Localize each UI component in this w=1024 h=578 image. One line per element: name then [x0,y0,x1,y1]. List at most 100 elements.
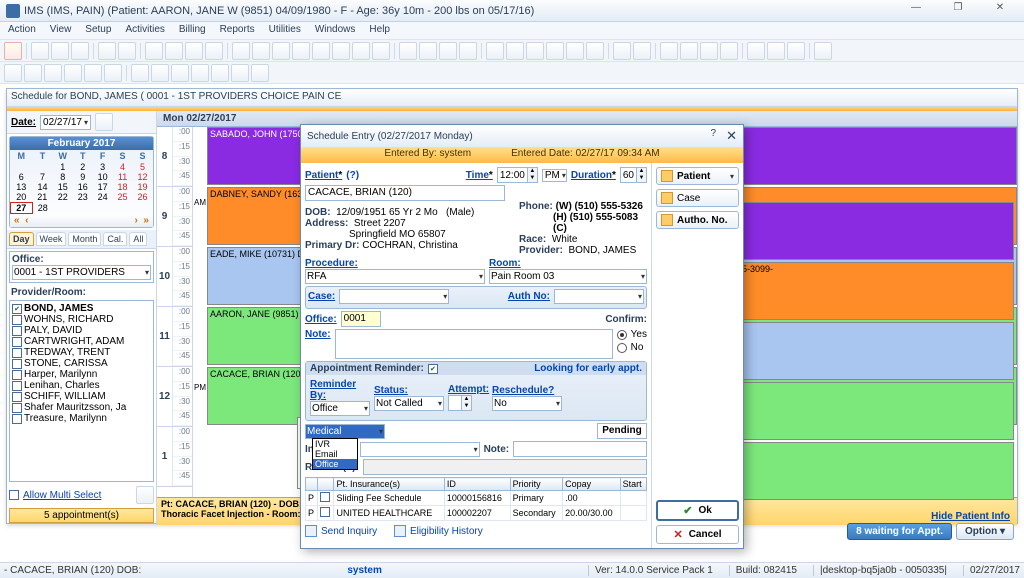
tb-icon[interactable] [506,42,524,60]
tb-icon[interactable] [332,42,350,60]
menu-activities[interactable]: Activities [125,24,164,37]
send-inquiry-link[interactable]: Send Inquiry [305,525,377,537]
tb-icon[interactable] [191,64,209,82]
tb-icon[interactable] [98,42,116,60]
tb-icon[interactable] [205,42,223,60]
tb-icon[interactable] [787,42,805,60]
table-row[interactable]: PUNITED HEALTHCARE100002207Secondary20.0… [306,506,647,521]
refdr-input[interactable] [363,459,647,475]
tb-icon[interactable] [145,42,163,60]
appt-overflow[interactable] [722,202,1014,260]
option-button[interactable]: Option ▾ [956,523,1014,540]
allow-multi-select[interactable]: Allow Multi Select [7,484,156,506]
tb-icon[interactable] [252,42,270,60]
date-input[interactable]: 02/27/17 [40,115,91,130]
reminder-by-select[interactable]: Office [310,401,370,416]
patient-input[interactable]: CACACE, BRIAN (120) [305,185,505,201]
menu-action[interactable]: Action [8,24,36,37]
dropdown-option[interactable]: Office [313,459,357,469]
menu-billing[interactable]: Billing [179,24,206,37]
tb-icon[interactable] [613,42,631,60]
tb-icon[interactable] [526,42,544,60]
cal-nav[interactable]: « ‹› » [10,214,153,227]
time-input[interactable]: 12:00▲▼ [497,167,538,183]
tb-icon[interactable] [44,64,62,82]
ampm-input[interactable]: PM [542,169,567,182]
tb-icon[interactable] [51,42,69,60]
case-select[interactable] [339,289,449,304]
appt-overflow[interactable] [722,322,1014,380]
tb-icon[interactable] [566,42,584,60]
tb-icon[interactable] [31,42,49,60]
tb-icon[interactable] [71,42,89,60]
tb-icon[interactable] [118,42,136,60]
tb-icon[interactable] [419,42,437,60]
tb-icon[interactable] [399,42,417,60]
patient-label[interactable]: Patient [305,170,342,181]
menu-view[interactable]: View [50,24,72,37]
tab-cal[interactable]: Cal. [103,232,127,246]
tb-icon[interactable] [171,64,189,82]
cancel-button[interactable]: ✕Cancel [656,525,739,544]
office-input[interactable]: 0001 [341,311,381,327]
table-row[interactable]: PSliding Fee Schedule10000156816Primary.… [306,491,647,506]
tb-icon[interactable] [151,64,169,82]
tb-icon[interactable] [131,64,149,82]
tb-icon[interactable] [251,64,269,82]
tb-icon[interactable] [272,42,290,60]
refsource-select[interactable]: Medical [305,424,385,439]
appt-overflow[interactable] [722,382,1014,440]
menu-windows[interactable]: Windows [315,24,356,37]
appt-overflow[interactable]: 0-555-3099- [722,262,1014,320]
tb-icon[interactable] [680,42,698,60]
dropdown-option[interactable]: IVR [313,439,357,449]
tab-week[interactable]: Week [36,232,67,246]
tab-all[interactable]: All [129,232,147,246]
patient-button[interactable]: Patient [656,167,739,185]
dropdown-option[interactable]: Email [313,449,357,459]
insurance-select[interactable] [360,442,480,457]
pending-button[interactable]: Pending [597,423,647,439]
tb-icon[interactable] [586,42,604,60]
chevron-down-icon[interactable] [84,117,88,128]
autho-button[interactable]: Autho. No. [656,211,739,229]
attempt-input[interactable]: ▲▼ [448,395,472,411]
tb-icon[interactable] [546,42,564,60]
reminder-checkbox[interactable] [428,364,438,374]
tb-icon[interactable] [84,64,102,82]
tab-day[interactable]: Day [9,232,34,246]
tb-icon[interactable] [4,64,22,82]
appt-overflow[interactable] [722,442,1014,500]
tab-month[interactable]: Month [68,232,101,246]
reminder-by-dropdown-open[interactable]: IVR Email Office [312,438,358,470]
close-button[interactable]: ✕ [982,2,1018,20]
tb-icon[interactable] [312,42,330,60]
ins-note-input[interactable] [513,441,647,457]
provider-tree[interactable]: BOND, JAMES WOHNS, RICHARD PALY, DAVID C… [9,300,154,482]
auth-select[interactable] [554,289,644,304]
tb-icon[interactable] [165,42,183,60]
room-select[interactable]: Pain Room 03 [489,269,647,284]
tb-icon[interactable] [211,64,229,82]
tb-icon[interactable] [352,42,370,60]
gear-icon[interactable] [136,486,154,504]
confirm-no[interactable]: No [617,342,647,353]
tb-icon[interactable] [185,42,203,60]
menu-help[interactable]: Help [369,24,390,37]
mini-calendar[interactable]: February 2017 MTWTFSS 12345 6789101112 1… [9,136,154,228]
ok-button[interactable]: ✔Ok [656,500,739,521]
tb-icon[interactable] [439,42,457,60]
tb-icon[interactable] [231,64,249,82]
eligibility-link[interactable]: Eligibility History [394,525,483,537]
tb-icon[interactable] [232,42,250,60]
menu-reports[interactable]: Reports [220,24,255,37]
menu-setup[interactable]: Setup [85,24,111,37]
tb-icon[interactable] [633,42,651,60]
tb-icon[interactable] [372,42,390,60]
case-button[interactable]: Case [656,189,739,207]
close-icon[interactable]: ✕ [726,128,737,144]
tb-icon[interactable] [292,42,310,60]
tb-icon[interactable] [660,42,678,60]
procedure-select[interactable]: RFA [305,269,485,284]
menu-utilities[interactable]: Utilities [269,24,301,37]
